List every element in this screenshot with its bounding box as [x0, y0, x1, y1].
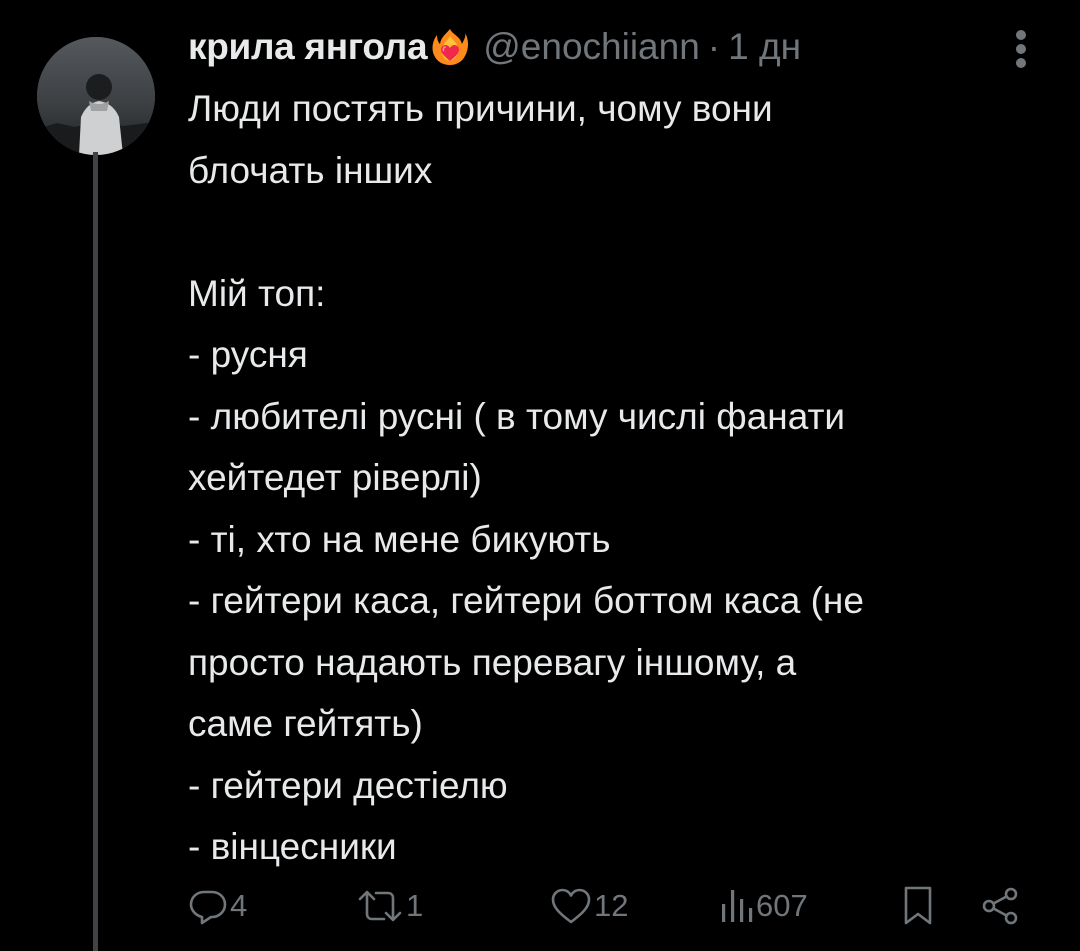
thread-line — [93, 152, 98, 951]
tweet-text-line: саме гейтять) — [188, 703, 423, 744]
share-button[interactable] — [980, 878, 1020, 934]
retweet-button[interactable]: 1 — [356, 878, 423, 934]
timestamp[interactable]: 1 дн — [728, 26, 801, 68]
tweet-text-line: Люди постять причини, чому вони — [188, 88, 773, 129]
like-icon — [551, 888, 591, 924]
tweet-text-line: - ті, хто на мене бикують — [188, 518, 611, 560]
retweet-count: 1 — [406, 888, 424, 923]
tweet-text-line — [188, 201, 1048, 263]
tweet-text-line: хейтедет ріверлі) — [188, 457, 482, 498]
handle[interactable]: @enochiiann — [483, 26, 700, 68]
bookmark-button[interactable] — [900, 878, 936, 934]
separator-dot: · — [707, 26, 721, 67]
tweet-header: крила янгола @enochiiann · 1 дн — [188, 20, 801, 74]
views-count: 607 — [756, 888, 808, 923]
tweet-text-line: - гейтери каса, гейтери боттом каса (не — [188, 580, 864, 621]
retweet-icon — [358, 890, 402, 922]
tweet-text-line: блочать інших — [188, 149, 433, 191]
share-icon — [982, 887, 1018, 925]
tweet-text-line: просто надають перевагу іншому, а — [188, 641, 797, 683]
reply-icon — [189, 890, 227, 925]
avatar-image — [37, 37, 155, 155]
tweet-text: Люди постять причини, чому вони блочать … — [188, 78, 1048, 878]
tweet-text-line: Мій топ: — [188, 272, 326, 314]
like-button[interactable]: 12 — [550, 878, 628, 934]
reply-count: 4 — [230, 888, 248, 923]
reply-button[interactable]: 4 — [188, 878, 247, 934]
views-button[interactable]: 607 — [718, 878, 808, 934]
avatar[interactable] — [37, 37, 155, 155]
tweet-text-line: - русня — [188, 334, 308, 375]
display-name[interactable]: крила янгола — [188, 26, 428, 68]
tweet-text-line: - любителі русні ( в тому числі фанати — [188, 395, 846, 437]
action-bar: 4 1 12 607 — [188, 878, 1048, 934]
like-count: 12 — [594, 888, 629, 923]
heart-on-fire-icon — [431, 27, 469, 67]
tweet-text-line: - гейтери дестіелю — [188, 764, 508, 806]
views-icon — [722, 890, 753, 922]
bookmark-icon — [904, 886, 932, 925]
more-vertical-icon[interactable] — [1010, 26, 1034, 70]
tweet-text-line: - вінцесники — [188, 826, 397, 867]
tweet[interactable]: крила янгола @enochiiann · 1 дн Люди пос… — [0, 0, 1080, 951]
